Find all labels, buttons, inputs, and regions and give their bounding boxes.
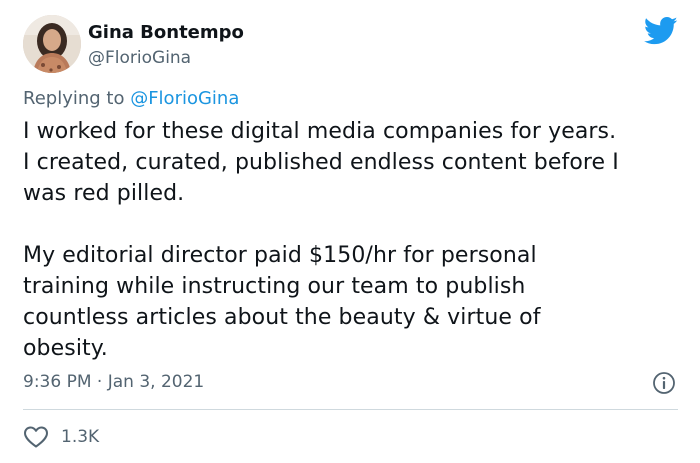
like-button[interactable]: 1.3K — [23, 424, 99, 450]
display-name[interactable]: Gina Bontempo — [88, 22, 244, 44]
tweet-text-line: training while instructing our team to p… — [23, 274, 526, 299]
tweet-text-line: I worked for these digital media compani… — [23, 119, 617, 144]
tweet-text-line: My editorial director paid $150/hr for p… — [23, 243, 537, 268]
user-handle[interactable]: @FlorioGina — [88, 47, 191, 69]
info-icon[interactable] — [652, 371, 676, 395]
heart-icon[interactable] — [23, 425, 49, 449]
reply-mention-link[interactable]: @FlorioGina — [130, 88, 239, 109]
tweet-text-line: was red pilled. — [23, 181, 185, 206]
twitter-bird-icon[interactable] — [643, 16, 678, 46]
like-count: 1.3K — [61, 427, 100, 447]
tweet-timestamp[interactable]: 9:36 PM · Jan 3, 2021 — [23, 371, 204, 393]
tweet-text-line: I created, curated, published endless co… — [23, 150, 619, 175]
replying-to-line: Replying to @FlorioGina — [23, 88, 239, 110]
divider — [23, 409, 678, 410]
avatar[interactable] — [23, 15, 81, 73]
tweet-card: Gina Bontempo @FlorioGina Replying to @F… — [0, 0, 700, 463]
tweet-text: I worked for these digital media compani… — [23, 116, 683, 364]
tweet-text-line: countless articles about the beauty & vi… — [23, 305, 541, 330]
replying-to-label: Replying to — [23, 88, 131, 109]
tweet-text-line: obesity. — [23, 336, 108, 361]
